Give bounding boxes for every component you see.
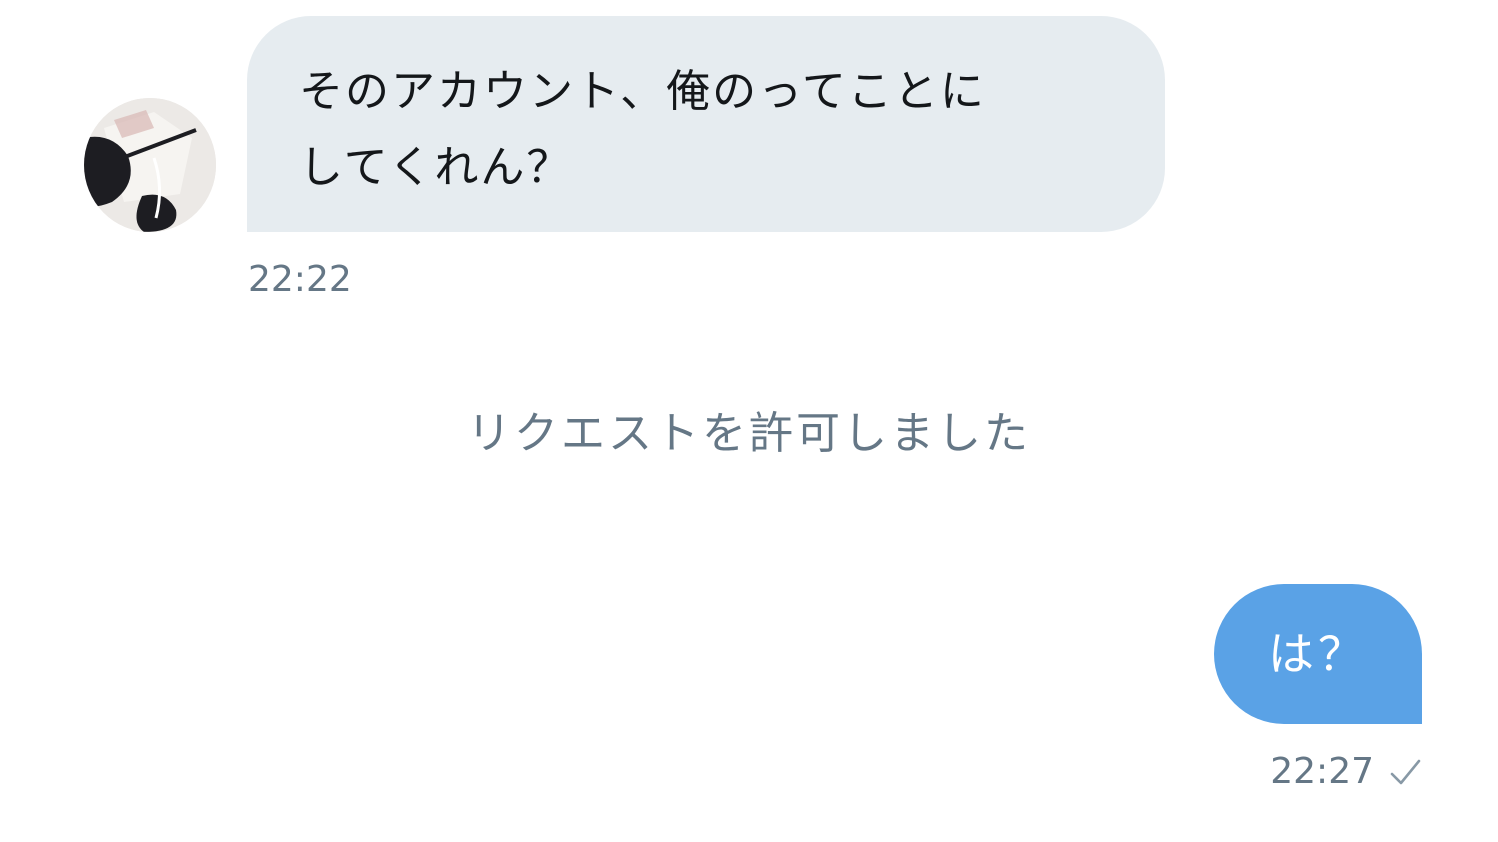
avatar-photo-icon xyxy=(84,98,216,232)
check-icon xyxy=(1388,755,1422,789)
outgoing-message-bubble[interactable]: は？ xyxy=(1214,584,1422,724)
outgoing-message-timestamp: 22:27 xyxy=(1270,751,1374,792)
sender-avatar[interactable] xyxy=(84,98,216,232)
request-accepted-notice: リクエストを許可しました xyxy=(467,408,1031,459)
incoming-message-timestamp: 22:22 xyxy=(248,259,352,300)
incoming-message-bubble[interactable]: そのアカウント、俺のってことに してくれん？ xyxy=(247,16,1165,232)
outgoing-message-meta: 22:27 xyxy=(1270,748,1422,796)
